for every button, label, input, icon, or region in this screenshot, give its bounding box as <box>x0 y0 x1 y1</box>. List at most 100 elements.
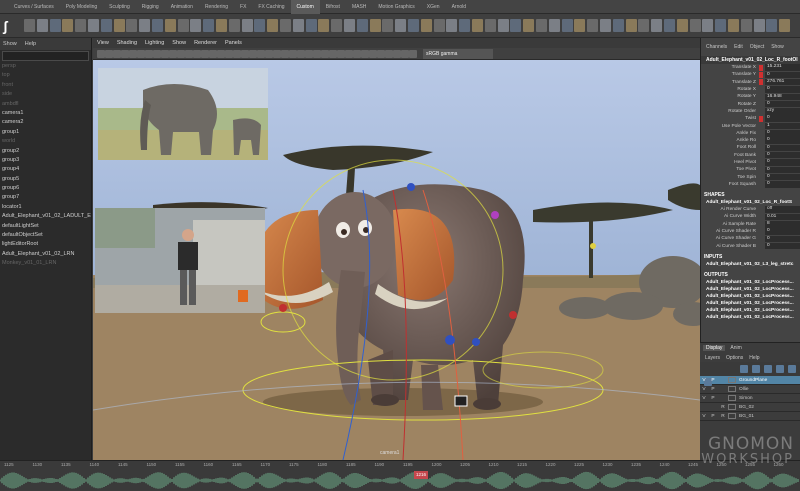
viewport-tool-icon[interactable] <box>369 50 377 58</box>
outliner-item[interactable]: defaultObjectSet <box>0 231 91 240</box>
layer-name[interactable]: Ollie <box>739 387 749 392</box>
outliner-item[interactable]: Monkey_v01_01_LRN <box>0 259 91 268</box>
shelf-tool-icon[interactable] <box>779 19 791 32</box>
viewport-menu-show[interactable]: Show <box>172 40 186 46</box>
shelf-tool-icon[interactable] <box>497 19 509 32</box>
layer-tool-icon[interactable] <box>764 365 772 373</box>
viewport-tool-icon[interactable] <box>105 50 113 58</box>
viewport-tool-icon[interactable] <box>345 50 353 58</box>
attribute-value-field[interactable]: 0 <box>765 151 800 159</box>
viewport-tool-icon[interactable] <box>321 50 329 58</box>
layer-playback-toggle[interactable]: P <box>708 396 718 401</box>
attribute-value-field[interactable]: 0 <box>765 100 800 108</box>
attribute-value-field[interactable]: 0 <box>765 242 800 250</box>
shelf-tool-icon[interactable] <box>420 19 432 32</box>
output-node[interactable]: Adult_Elephant_v01_02_LocProcess... <box>701 314 800 321</box>
shelf-tool-icon[interactable] <box>472 19 483 32</box>
viewport-tool-icon[interactable] <box>393 50 401 58</box>
shelf-tab[interactable]: Motion Graphics <box>372 0 420 14</box>
shelf-tab[interactable]: MASH <box>346 0 372 14</box>
outliner-menu-show[interactable]: Show <box>3 41 17 47</box>
shelf-tool-icon[interactable] <box>446 19 458 32</box>
layer-menu-options[interactable]: Options <box>726 355 743 361</box>
shelf-tool-icon[interactable] <box>267 19 279 32</box>
attribute-value-field[interactable]: 15.231 <box>765 64 800 71</box>
shelf-tool-icon[interactable] <box>574 19 586 32</box>
viewport-tool-icon[interactable] <box>329 50 337 58</box>
shelf-tab[interactable]: Rigging <box>136 0 165 14</box>
viewport-tool-icon[interactable] <box>273 50 281 58</box>
layer-menu-layers[interactable]: Layers <box>705 355 720 361</box>
shelf-tool-icon[interactable] <box>625 19 637 32</box>
shelf-tool-icon[interactable] <box>433 19 445 32</box>
attribute-row[interactable]: Translate Z 276.761 <box>701 78 800 86</box>
viewport-tool-icon[interactable] <box>137 50 145 58</box>
shelf-tool-icon[interactable] <box>88 19 99 32</box>
shelf-tab[interactable]: Bifrost <box>320 0 346 14</box>
shelf-tool-icon[interactable] <box>356 19 368 32</box>
outliner-item[interactable]: group5 <box>0 175 91 184</box>
attribute-row[interactable]: Translate Y 0 <box>701 71 800 79</box>
shelf-tool-icon[interactable] <box>36 19 48 32</box>
viewport-tool-icon[interactable] <box>385 50 393 58</box>
shelf-tool-icon[interactable] <box>369 19 381 32</box>
channel-menu-show[interactable]: Show <box>771 44 784 50</box>
attribute-value-field[interactable]: 0 <box>765 181 800 188</box>
shelf-tool-icon[interactable] <box>280 19 291 32</box>
layer-playback-toggle[interactable]: P <box>708 378 718 383</box>
shelf-tool-icon[interactable] <box>676 19 688 32</box>
shelf-tool-icon[interactable] <box>139 19 151 32</box>
viewport-tool-icon[interactable] <box>177 50 185 58</box>
attribute-value-field[interactable]: 0 <box>765 71 800 79</box>
outliner-item[interactable]: side <box>0 90 91 99</box>
shelf-tool-icon[interactable] <box>587 19 599 32</box>
attribute-row[interactable]: Rotate X 0 <box>701 86 800 93</box>
shelf-tool-icon[interactable] <box>523 19 535 32</box>
shelf-tool-icon[interactable] <box>715 19 727 32</box>
layer-color-swatch[interactable] <box>728 404 736 410</box>
color-management-dropdown[interactable]: sRGB gamma <box>423 49 493 59</box>
outliner-item[interactable]: world <box>0 137 91 146</box>
shelf-tool-icon[interactable] <box>113 19 125 32</box>
layer-color-swatch[interactable] <box>728 395 736 401</box>
viewport-tool-icon[interactable] <box>313 50 321 58</box>
viewport-tool-icon[interactable] <box>377 50 385 58</box>
attribute-value-field[interactable]: 1 <box>765 122 800 130</box>
attribute-value-field[interactable]: 0 <box>765 235 800 243</box>
output-node[interactable]: Adult_Elephant_v01_02_LocProcess... <box>701 286 800 293</box>
layer-playback-toggle[interactable]: P <box>708 387 718 392</box>
viewport-tool-icon[interactable] <box>337 50 345 58</box>
attribute-value-field[interactable]: 0.01 <box>765 213 800 221</box>
attribute-value-field[interactable]: 0 <box>765 173 800 181</box>
layer-color-swatch[interactable] <box>728 377 736 383</box>
viewport-tool-icon[interactable] <box>225 50 233 58</box>
layer-color-swatch[interactable] <box>728 386 736 392</box>
shelf-tool-icon[interactable] <box>561 19 573 32</box>
layer-row[interactable]: R BG_02 <box>700 403 800 412</box>
layer-playback-toggle[interactable]: P <box>708 414 718 419</box>
layer-visibility-toggle[interactable]: V <box>700 414 708 419</box>
shelf-tool-icon[interactable] <box>318 19 330 32</box>
layer-reference-toggle[interactable]: R <box>718 414 728 419</box>
viewport-tool-icon[interactable] <box>161 50 169 58</box>
layer-visibility-toggle[interactable]: V <box>700 378 708 383</box>
tab-display[interactable]: Display <box>703 345 726 351</box>
outliner-item[interactable]: group4 <box>0 165 91 174</box>
shelf-tool-icon[interactable] <box>126 19 138 32</box>
layer-visibility-toggle[interactable]: V <box>700 387 708 392</box>
attribute-row[interactable]: Heel Pivot 0 <box>701 159 800 166</box>
attribute-row[interactable]: Rotate Y 16.948 <box>701 93 800 101</box>
attribute-value-field[interactable]: 0 <box>765 144 800 152</box>
shelf-tool-icon[interactable] <box>216 19 227 32</box>
shelf-tool-icon[interactable] <box>689 19 701 32</box>
attribute-value-field[interactable]: 16.948 <box>765 93 800 101</box>
viewport-scene[interactable]: camera1 <box>93 60 700 460</box>
viewport-tool-icon[interactable] <box>249 50 257 58</box>
outliner-item[interactable]: group3 <box>0 156 91 165</box>
output-node[interactable]: Adult_Elephant_v01_02_LocProcess... <box>701 307 800 314</box>
viewport-tool-icon[interactable] <box>281 50 289 58</box>
layer-menu-help[interactable]: Help <box>749 355 759 361</box>
attribute-value-field[interactable]: 0 <box>765 137 800 144</box>
shelf-tool-icon[interactable] <box>228 19 240 32</box>
viewport-tool-icon[interactable] <box>193 50 201 58</box>
